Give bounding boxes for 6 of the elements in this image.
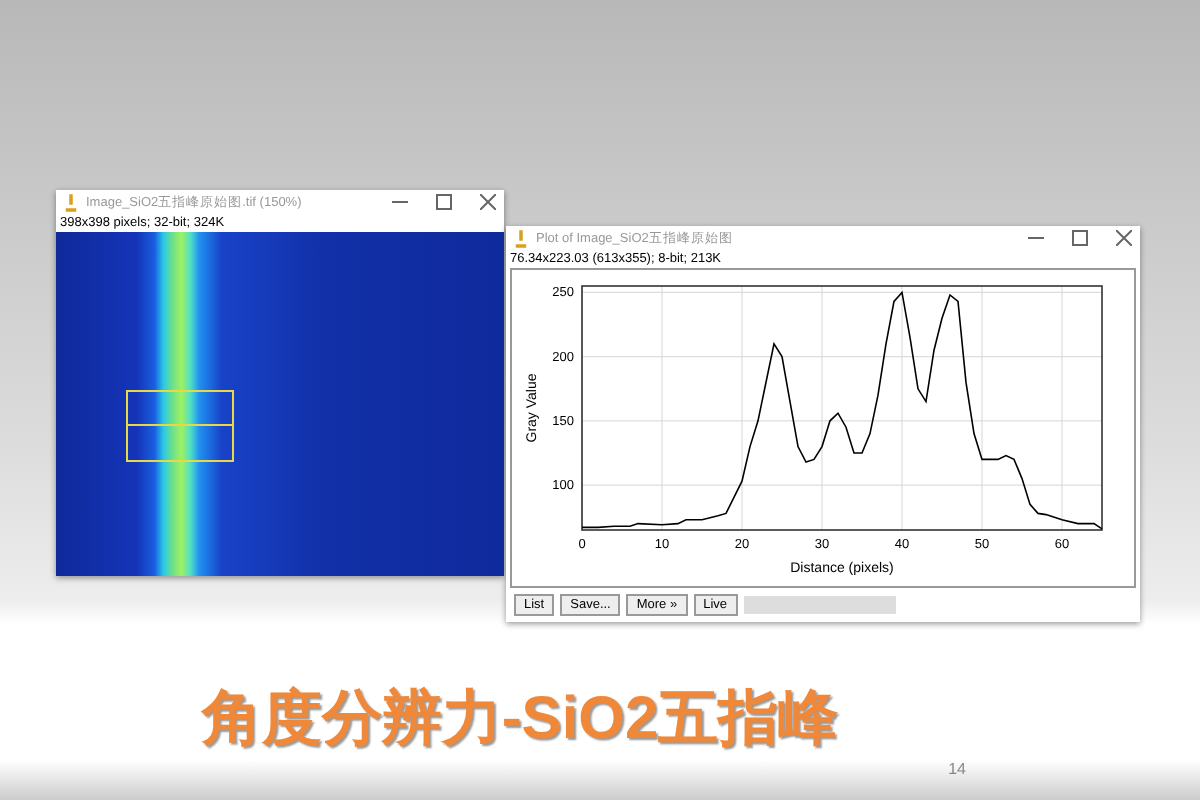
close-icon[interactable] bbox=[480, 194, 496, 210]
close-icon[interactable] bbox=[1116, 230, 1132, 246]
page-number: 14 bbox=[948, 760, 966, 778]
maximize-icon[interactable] bbox=[1072, 230, 1088, 246]
maximize-icon[interactable] bbox=[436, 194, 452, 210]
slide-title: 角度分辨力-SiO2五指峰 bbox=[201, 684, 839, 756]
